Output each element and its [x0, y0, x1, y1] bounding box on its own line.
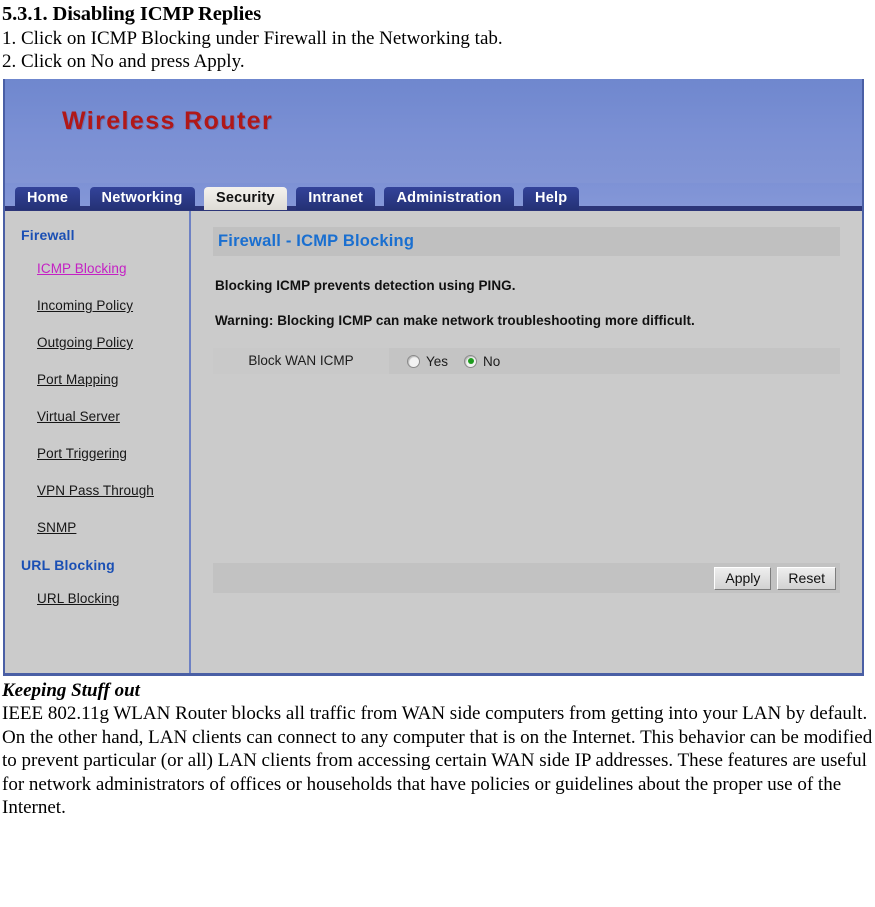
- sidebar-group-url-blocking: URL Blocking: [21, 557, 115, 573]
- block-wan-icmp-row: Block WAN ICMP Yes No: [213, 348, 840, 374]
- radio-circle-selected-icon: [464, 354, 478, 368]
- radio-option-yes-label: Yes: [426, 353, 449, 369]
- sidebar-nav: Firewall ICMP Blocking Incoming Policy O…: [5, 211, 191, 673]
- tab-intranet[interactable]: Intranet: [296, 187, 376, 210]
- footer-subheading: Keeping Stuff out: [2, 680, 140, 701]
- router-body: Firewall ICMP Blocking Incoming Policy O…: [5, 211, 862, 673]
- sidebar-item-icmp-blocking[interactable]: ICMP Blocking: [5, 261, 189, 276]
- sidebar-item-snmp[interactable]: SNMP: [5, 520, 189, 535]
- radio-circle-icon: [407, 354, 420, 368]
- sidebar-item-vpn-pass-through[interactable]: VPN Pass Through: [5, 483, 189, 498]
- main-tab-bar: Home Networking Security Intranet Admini…: [5, 183, 862, 211]
- block-wan-icmp-label: Block WAN ICMP: [213, 348, 389, 374]
- tab-security[interactable]: Security: [203, 187, 287, 210]
- footer-paragraph-1: IEEE 802.11g WLAN Router blocks all traf…: [2, 703, 868, 724]
- step-line-1: 1. Click on ICMP Blocking under Firewall…: [2, 28, 503, 49]
- sidebar-item-port-triggering[interactable]: Port Triggering: [5, 446, 189, 461]
- radio-option-no-label: No: [483, 353, 501, 369]
- sidebar-item-incoming-policy[interactable]: Incoming Policy: [5, 298, 189, 313]
- router-banner: Wireless Router: [5, 79, 862, 183]
- content-page-title: Firewall - ICMP Blocking: [213, 227, 840, 256]
- content-note-warning: Warning: Blocking ICMP can make network …: [215, 313, 695, 328]
- block-wan-icmp-options: Yes No: [389, 354, 516, 369]
- sidebar-group-firewall: Firewall: [21, 227, 75, 243]
- content-note-primary: Blocking ICMP prevents detection using P…: [215, 278, 516, 293]
- content-panel: Firewall - ICMP Blocking Blocking ICMP p…: [191, 211, 862, 673]
- apply-button[interactable]: Apply: [714, 566, 772, 590]
- tab-home[interactable]: Home: [15, 187, 81, 210]
- footer-paragraph-2: On the other hand, LAN clients can conne…: [2, 726, 873, 819]
- tab-administration[interactable]: Administration: [384, 187, 514, 210]
- sidebar-item-port-mapping[interactable]: Port Mapping: [5, 372, 189, 387]
- router-admin-screenshot: Wireless Router Home Networking Security…: [3, 79, 864, 676]
- radio-option-no[interactable]: No: [464, 354, 500, 369]
- sidebar-item-outgoing-policy[interactable]: Outgoing Policy: [5, 335, 189, 350]
- router-brand-title: Wireless Router: [62, 107, 274, 135]
- reset-button[interactable]: Reset: [777, 566, 836, 590]
- action-bar: Apply Reset: [213, 563, 840, 593]
- radio-option-yes[interactable]: Yes: [407, 354, 448, 369]
- tab-networking[interactable]: Networking: [89, 187, 195, 210]
- sidebar-item-virtual-server[interactable]: Virtual Server: [5, 409, 189, 424]
- step-line-2: 2. Click on No and press Apply.: [2, 51, 245, 72]
- tab-help[interactable]: Help: [523, 187, 580, 210]
- section-heading: 5.3.1. Disabling ICMP Replies: [2, 3, 262, 25]
- sidebar-item-url-blocking[interactable]: URL Blocking: [5, 591, 189, 606]
